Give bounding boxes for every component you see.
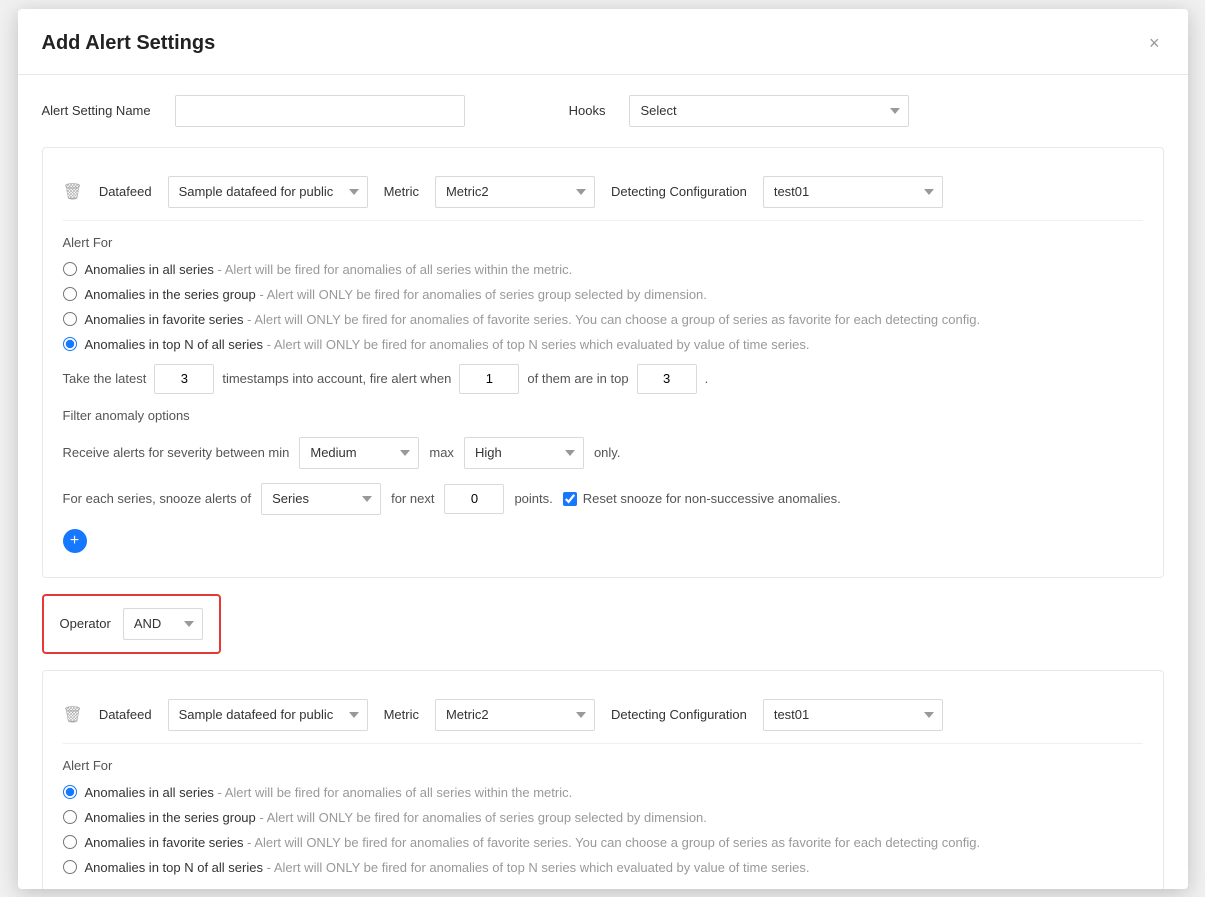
points-label: points. bbox=[514, 491, 552, 506]
section2-radio-4-input[interactable] bbox=[63, 860, 77, 874]
section2-delete-icon[interactable]: 🗑 bbox=[63, 705, 83, 725]
section1-detecting-select[interactable]: test01 bbox=[763, 176, 943, 208]
section1-radio-2-input[interactable] bbox=[63, 287, 77, 301]
section2-radio-group: Anomalies in all series - Alert will be … bbox=[63, 785, 1143, 875]
section1-radio-1-label: Anomalies in all series - Alert will be … bbox=[85, 262, 573, 277]
section1-radio-2-label: Anomalies in the series group - Alert wi… bbox=[85, 287, 707, 302]
section2-radio-4: Anomalies in top N of all series - Alert… bbox=[63, 860, 1143, 875]
section1-metric-label: Metric bbox=[384, 184, 419, 199]
add-alert-modal: Add Alert Settings × Alert Setting Name … bbox=[18, 9, 1188, 889]
section2-detecting-select[interactable]: test01 bbox=[763, 699, 943, 731]
section1-radio-4-input[interactable] bbox=[63, 337, 77, 351]
section1-radio-4-label: Anomalies in top N of all series - Alert… bbox=[85, 337, 810, 352]
section2-datafeed-select[interactable]: Sample datafeed for public bbox=[168, 699, 368, 731]
section-2-card: 🗑 Datafeed Sample datafeed for public Me… bbox=[42, 670, 1164, 889]
snooze-type-select[interactable]: Series Metric All bbox=[261, 483, 381, 515]
section2-radio-3: Anomalies in favorite series - Alert wil… bbox=[63, 835, 1143, 850]
severity-min-select[interactable]: Low Medium High Critical bbox=[299, 437, 419, 469]
section1-alert-for: Alert For Anomalies in all series - Aler… bbox=[63, 221, 1143, 394]
section1-datafeed-select[interactable]: Sample datafeed for public bbox=[168, 176, 368, 208]
reset-snooze-checkbox-item: Reset snooze for non-successive anomalie… bbox=[563, 491, 841, 506]
section1-detecting-label: Detecting Configuration bbox=[611, 184, 747, 199]
severity-max-select[interactable]: Low Medium High Critical bbox=[464, 437, 584, 469]
section1-radio-3-label: Anomalies in favorite series - Alert wil… bbox=[85, 312, 981, 327]
section1-datafeed-row: 🗑 Datafeed Sample datafeed for public Me… bbox=[63, 164, 1143, 221]
section1-radio-3: Anomalies in favorite series - Alert wil… bbox=[63, 312, 1143, 327]
section1-alert-for-title: Alert For bbox=[63, 235, 1143, 250]
section2-radio-2: Anomalies in the series group - Alert wi… bbox=[63, 810, 1143, 825]
modal-header: Add Alert Settings × bbox=[18, 9, 1188, 75]
section2-radio-2-label: Anomalies in the series group - Alert wi… bbox=[85, 810, 707, 825]
fire-when-input[interactable] bbox=[459, 364, 519, 394]
section2-metric-select[interactable]: Metric2 bbox=[435, 699, 595, 731]
section2-radio-1-label: Anomalies in all series - Alert will be … bbox=[85, 785, 573, 800]
section1-inline-inputs: Take the latest timestamps into account,… bbox=[63, 364, 1143, 394]
for-next-label: for next bbox=[391, 491, 434, 506]
operator-row: Operator AND OR bbox=[42, 594, 221, 654]
section1-radio-3-input[interactable] bbox=[63, 312, 77, 326]
section2-datafeed-label: Datafeed bbox=[99, 707, 152, 722]
alert-name-label: Alert Setting Name bbox=[42, 103, 151, 118]
close-button[interactable]: × bbox=[1145, 29, 1164, 58]
take-latest-input[interactable] bbox=[154, 364, 214, 394]
reset-snooze-label: Reset snooze for non-successive anomalie… bbox=[583, 491, 841, 506]
take-latest-label: Take the latest bbox=[63, 371, 147, 386]
section2-radio-3-label: Anomalies in favorite series - Alert wil… bbox=[85, 835, 981, 850]
receive-label: Receive alerts for severity between min bbox=[63, 445, 290, 460]
snooze-label: For each series, snooze alerts of bbox=[63, 491, 252, 506]
modal-body: Alert Setting Name Hooks Select 🗑 Datafe… bbox=[18, 75, 1188, 889]
section2-radio-4-label: Anomalies in top N of all series - Alert… bbox=[85, 860, 810, 875]
section2-radio-1: Anomalies in all series - Alert will be … bbox=[63, 785, 1143, 800]
section2-radio-1-input[interactable] bbox=[63, 785, 77, 799]
section1-radio-1-input[interactable] bbox=[63, 262, 77, 276]
section1-radio-2: Anomalies in the series group - Alert wi… bbox=[63, 287, 1143, 302]
section2-alert-for-title: Alert For bbox=[63, 758, 1143, 773]
operator-label: Operator bbox=[60, 616, 111, 631]
only-label: only. bbox=[594, 445, 621, 460]
hooks-select[interactable]: Select bbox=[629, 95, 909, 127]
section2-radio-2-input[interactable] bbox=[63, 810, 77, 824]
section2-radio-3-input[interactable] bbox=[63, 835, 77, 849]
timestamps-label: timestamps into account, fire alert when bbox=[222, 371, 451, 386]
hooks-label: Hooks bbox=[569, 103, 606, 118]
add-filter-button[interactable]: + bbox=[63, 529, 87, 553]
section1-radio-4: Anomalies in top N of all series - Alert… bbox=[63, 337, 1143, 352]
top-n-input[interactable] bbox=[637, 364, 697, 394]
section1-metric-select[interactable]: Metric2 bbox=[435, 176, 595, 208]
snooze-points-input[interactable] bbox=[444, 484, 504, 514]
alert-name-input[interactable] bbox=[175, 95, 465, 127]
section2-detecting-label: Detecting Configuration bbox=[611, 707, 747, 722]
max-label: max bbox=[429, 445, 454, 460]
section1-datafeed-label: Datafeed bbox=[99, 184, 152, 199]
section2-alert-for: Alert For Anomalies in all series - Aler… bbox=[63, 744, 1143, 875]
reset-snooze-checkbox[interactable] bbox=[563, 492, 577, 506]
section1-delete-icon[interactable]: 🗑 bbox=[63, 182, 83, 202]
section2-datafeed-row: 🗑 Datafeed Sample datafeed for public Me… bbox=[63, 687, 1143, 744]
section1-filter-title: Filter anomaly options bbox=[63, 408, 1143, 423]
section1-snooze-row: For each series, snooze alerts of Series… bbox=[63, 483, 1143, 515]
top-fields-row: Alert Setting Name Hooks Select bbox=[42, 95, 1164, 127]
section-1-card: 🗑 Datafeed Sample datafeed for public Me… bbox=[42, 147, 1164, 578]
modal-title: Add Alert Settings bbox=[42, 32, 216, 55]
section1-filter: Filter anomaly options Receive alerts fo… bbox=[63, 394, 1143, 561]
operator-select[interactable]: AND OR bbox=[123, 608, 203, 640]
section2-metric-label: Metric bbox=[384, 707, 419, 722]
section1-severity-row: Receive alerts for severity between min … bbox=[63, 437, 1143, 469]
section1-radio-1: Anomalies in all series - Alert will be … bbox=[63, 262, 1143, 277]
section1-radio-group: Anomalies in all series - Alert will be … bbox=[63, 262, 1143, 352]
of-them-label: of them are in top bbox=[527, 371, 628, 386]
